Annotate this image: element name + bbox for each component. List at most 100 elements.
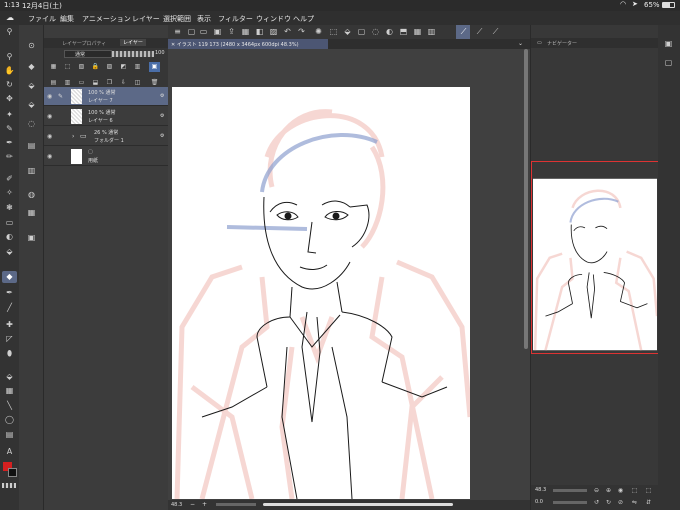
close-icon[interactable]: ✕ — [171, 42, 175, 48]
mask-icon[interactable]: ◩ — [118, 62, 129, 72]
chevron-down-icon[interactable]: ⌄ — [518, 40, 523, 47]
text-icon[interactable]: A — [4, 447, 15, 457]
airbrush-icon[interactable]: ✧ — [4, 188, 15, 198]
stabilizer-icon[interactable]: ⟋ — [458, 27, 469, 37]
sub-tool-lasso-fill-icon[interactable]: ◌ — [26, 119, 37, 129]
selection-icon[interactable]: ⬚ — [328, 27, 339, 37]
rotate-left-icon[interactable]: ↺ — [591, 498, 602, 508]
menu-edit[interactable]: 編集 — [60, 14, 74, 24]
magnifier-icon[interactable]: ⚲ — [4, 27, 15, 37]
fill-icon[interactable]: ⬙ — [4, 247, 15, 257]
menu-layer[interactable]: レイヤー — [132, 14, 160, 24]
invert-icon[interactable]: ◐ — [384, 27, 395, 37]
document-tab[interactable]: ✕ イラスト 119 173 (2480 x 3464px 600dpi 48.… — [168, 39, 328, 49]
sub-color-swatch[interactable] — [8, 468, 17, 477]
layer-color-icon[interactable]: ▣ — [149, 62, 160, 72]
gradation-icon[interactable]: ▦ — [4, 386, 15, 396]
material-icon[interactable]: ▣ — [26, 233, 37, 243]
pen-icon[interactable]: ✒ — [4, 138, 15, 148]
menu-selection[interactable]: 選択範囲 — [163, 14, 191, 24]
open-icon[interactable]: ▭ — [198, 27, 209, 37]
reference-icon[interactable]: ⬚ — [62, 62, 73, 72]
eye-icon[interactable]: ◉ — [47, 93, 52, 100]
hand-icon[interactable]: ✋ — [4, 66, 15, 76]
new-file-icon[interactable]: ▢ — [186, 27, 197, 37]
menu-file[interactable]: ファイル — [28, 14, 56, 24]
transparent-color-icon[interactable] — [2, 483, 16, 488]
zoom-in-icon[interactable]: ⊕ — [603, 486, 614, 496]
sub-tool-refer-icon[interactable]: ⬙ — [26, 100, 37, 110]
layer-row-folder[interactable]: ◉ › ▭ 26 % 通常 フォルダー 1 ⚙ — [44, 127, 168, 146]
reset-rotation-icon[interactable]: ⊘ — [615, 498, 626, 508]
navigator-rotation-slider[interactable] — [553, 501, 587, 504]
fill-bucket-icon[interactable]: ⬙ — [342, 27, 353, 37]
panel-frame-icon[interactable]: ▤ — [4, 430, 15, 440]
eyedropper-icon[interactable]: ✎ — [4, 124, 15, 134]
flip-horizontal-icon[interactable]: ⇋ — [629, 498, 640, 508]
export-icon[interactable]: ⇪ — [226, 27, 237, 37]
chevron-right-icon[interactable]: › — [72, 133, 74, 140]
horizontal-scrollbar[interactable] — [263, 503, 453, 506]
frame-icon[interactable]: ◸ — [4, 334, 15, 344]
decoration-icon[interactable]: ❃ — [4, 203, 15, 213]
eye-icon[interactable]: ◉ — [47, 153, 52, 160]
layer-settings-icon[interactable]: ⚙ — [160, 133, 164, 139]
zoom-icon[interactable]: ⚲ — [4, 52, 15, 62]
layer-row-6[interactable]: ◉ 100 % 通常 レイヤー 6 ⚙ — [44, 107, 168, 126]
line-icon[interactable]: ╱ — [4, 303, 15, 313]
sub-view-icon[interactable]: ▢ — [663, 58, 674, 68]
rotate-icon[interactable]: ↻ — [4, 80, 15, 90]
flip-vertical-icon[interactable]: ⇵ — [643, 498, 654, 508]
navigator-tab[interactable]: ナビゲーター — [547, 40, 577, 47]
deselect-icon[interactable]: ◌ — [370, 27, 381, 37]
draft-icon[interactable]: ▧ — [76, 62, 87, 72]
menu-help[interactable]: ヘルプ — [293, 14, 314, 24]
eye-icon[interactable]: ◉ — [47, 133, 52, 140]
tab-layer[interactable]: レイヤー — [120, 39, 146, 46]
sun-icon[interactable]: ✺ — [313, 27, 324, 37]
sub-tool-fill-icon[interactable]: ⬙ — [26, 81, 37, 91]
menu-view[interactable]: 表示 — [197, 14, 211, 24]
hide-icon[interactable]: ▨ — [268, 27, 279, 37]
ruler-show-icon[interactable]: ▥ — [132, 62, 143, 72]
menu-filter[interactable]: フィルター — [218, 14, 253, 24]
menu-window[interactable]: ウィンドウ — [256, 14, 291, 24]
color-set-icon[interactable]: ▦ — [26, 208, 37, 218]
drawing-canvas[interactable] — [172, 87, 470, 499]
sub-tool-gradient-icon[interactable]: ◆ — [26, 62, 37, 72]
bucket-icon[interactable]: ⬙ — [4, 372, 15, 382]
actual-size-icon[interactable]: ◉ — [615, 486, 626, 496]
save-icon[interactable]: ▣ — [212, 27, 223, 37]
eraser-icon[interactable]: ▭ — [4, 218, 15, 228]
zoom-out-icon[interactable]: − — [190, 501, 195, 508]
navigator-preview[interactable] — [533, 177, 657, 352]
rotate-right-icon[interactable]: ↻ — [603, 498, 614, 508]
ruler-icon[interactable]: ✚ — [4, 320, 15, 330]
eye-icon[interactable]: ◉ — [47, 113, 52, 120]
app-logo-icon[interactable]: ☁ — [6, 13, 14, 22]
layer-row-7[interactable]: ◉ ✎ 100 % 通常 レイヤー 7 ⚙ — [44, 87, 168, 106]
tab-layer-property[interactable]: レイヤープロパティ — [62, 40, 106, 47]
navigator-zoom-slider[interactable] — [553, 489, 587, 492]
layer-settings-icon[interactable]: ⚙ — [160, 93, 164, 99]
canvas-area[interactable]: 48.3 − + — [168, 49, 530, 510]
flip-icon[interactable]: ◧ — [254, 27, 265, 37]
opacity-slider[interactable] — [112, 51, 154, 57]
grid-icon[interactable]: ▦ — [412, 27, 423, 37]
menu-animation[interactable]: アニメーション — [82, 14, 131, 24]
zoom-out-icon[interactable]: ⊖ — [591, 486, 602, 496]
undo-icon[interactable]: ↶ — [282, 27, 293, 37]
straight-line-icon[interactable]: ╲ — [4, 401, 15, 411]
vertical-scrollbar[interactable] — [524, 49, 528, 349]
navigator-dock-icon[interactable]: ▣ — [663, 39, 674, 49]
layer-settings-icon[interactable]: ⚙ — [160, 113, 164, 119]
gradient-icon[interactable]: ◆ — [4, 272, 15, 282]
fit-icon[interactable]: ⬚ — [629, 486, 640, 496]
move-icon[interactable]: ✥ — [4, 94, 15, 104]
lock-transparency-icon[interactable]: ▨ — [104, 62, 115, 72]
pencil-icon[interactable]: ✏ — [4, 152, 15, 162]
sub-tool-detail-icon[interactable]: ▥ — [26, 166, 37, 176]
zoom-slider[interactable] — [216, 503, 256, 506]
clear-icon[interactable]: ▢ — [356, 27, 367, 37]
zoom-in-icon[interactable]: + — [202, 501, 207, 508]
